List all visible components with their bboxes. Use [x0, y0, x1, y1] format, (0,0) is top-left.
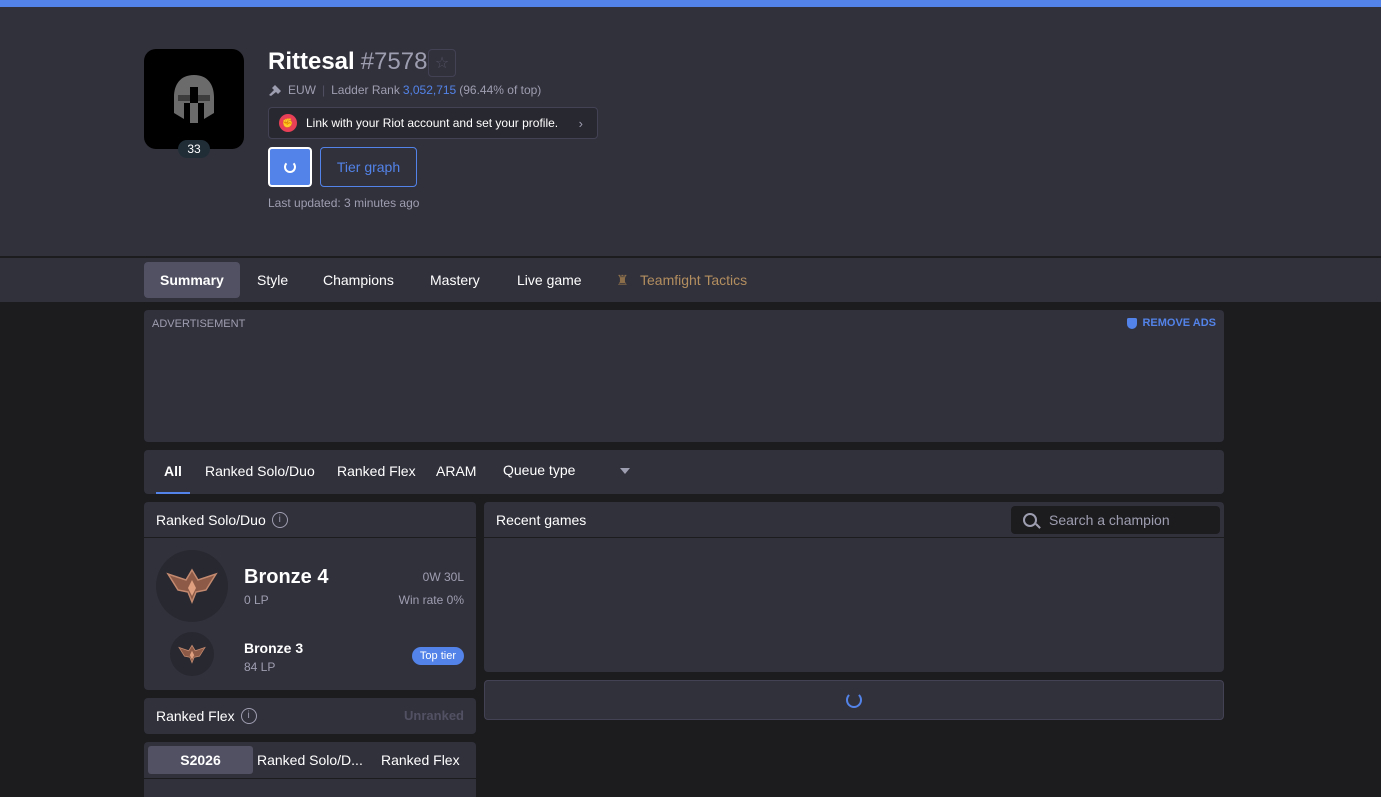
region-label: EUW — [288, 83, 316, 97]
top-accent-bar — [0, 0, 1381, 7]
summoner-name: Rittesal #7578 — [268, 48, 427, 76]
ladder-percent: (96.44% of top) — [459, 83, 542, 97]
bronze-emblem-icon — [166, 568, 218, 605]
search-icon — [1023, 513, 1037, 527]
last-updated-text: Last updated: 3 minutes ago — [268, 196, 420, 210]
ladder-rank-label: Ladder Rank — [331, 83, 400, 97]
win-rate: Win rate 0% — [398, 593, 464, 607]
card-divider — [144, 537, 476, 538]
queue-tab-aram[interactable]: ARAM — [436, 450, 476, 494]
ranked-flex-card: Ranked Flex i Unranked — [144, 698, 476, 734]
riot-link-text: Link with your Riot account and set your… — [306, 116, 559, 130]
loading-spinner-icon — [284, 161, 296, 173]
bronze-emblem-large — [156, 550, 228, 622]
profile-nav: Summary Style Champions Mastery Live gam… — [0, 258, 1381, 302]
current-lp: 0 LP — [244, 593, 269, 607]
recent-games-card: Recent games — [484, 502, 1224, 672]
summoner-level-badge: 33 — [178, 140, 210, 158]
advertisement-panel: ADVERTISEMENT REMOVE ADS — [144, 310, 1224, 442]
ranked-flex-title: Ranked Flex i — [156, 708, 257, 724]
card-divider — [484, 537, 1224, 538]
chevron-right-icon: › — [578, 116, 583, 131]
bronze-emblem-small — [170, 632, 214, 676]
tft-logo-icon: ♜ — [616, 272, 629, 288]
info-icon[interactable]: i — [271, 512, 288, 528]
season-tab-s2026[interactable]: S2026 — [148, 746, 253, 774]
win-loss-record: 0W 30L — [422, 570, 464, 584]
champion-search-input[interactable] — [1049, 512, 1209, 528]
top-tier-badge: Top tier — [411, 647, 464, 665]
summoner-name-text: Rittesal — [268, 48, 355, 75]
queue-tab-all[interactable]: All — [156, 450, 190, 494]
ranked-solo-card: Ranked Solo/Duo i Bronze 4 0 LP 0W 30L W… — [144, 502, 476, 690]
tab-style[interactable]: Style — [241, 262, 304, 298]
queue-type-select-label: Queue type — [503, 462, 576, 478]
games-loading-panel — [484, 680, 1224, 720]
spartan-helmet-icon — [174, 75, 214, 123]
advertisement-label: ADVERTISEMENT — [152, 318, 246, 330]
ranked-solo-title: Ranked Solo/Duo i — [156, 512, 288, 528]
region-icon — [269, 85, 281, 96]
recent-games-title: Recent games — [496, 512, 587, 528]
queue-type-tabs: All Ranked Solo/Duo Ranked Flex ARAM Que… — [144, 450, 1224, 494]
riot-fist-icon: ✊ — [279, 114, 297, 132]
current-tier: Bronze 4 — [244, 566, 329, 588]
tab-tft-label: Teamfight Tactics — [640, 272, 748, 288]
shield-icon — [1127, 317, 1138, 329]
profile-meta: EUW | Ladder Rank 3,052,715 (96.44% of t… — [268, 83, 541, 97]
favorite-star-button[interactable]: ☆ — [428, 49, 456, 77]
queue-tab-ranked-flex[interactable]: Ranked Flex — [337, 450, 416, 494]
ranked-flex-status: Unranked — [404, 708, 464, 723]
loading-spinner-icon — [846, 692, 862, 708]
champion-search[interactable] — [1011, 506, 1220, 534]
tier-graph-button[interactable]: Tier graph — [320, 147, 417, 187]
tab-mastery[interactable]: Mastery — [414, 262, 496, 298]
summoner-tag: #7578 — [360, 48, 428, 75]
remove-ads-link[interactable]: REMOVE ADS — [1127, 317, 1216, 329]
bronze-emblem-small-icon — [178, 644, 206, 664]
queue-type-select[interactable]: Queue type — [503, 462, 633, 482]
peak-lp: 84 LP — [244, 660, 276, 674]
season-stats-card: S2026 Ranked Solo/D... Ranked Flex — [144, 742, 476, 797]
tab-summary[interactable]: Summary — [144, 262, 240, 298]
info-icon[interactable]: i — [240, 708, 257, 724]
card-divider — [144, 778, 476, 779]
meta-separator: | — [322, 83, 326, 97]
season-tab-ranked-solo[interactable]: Ranked Solo/D... — [257, 746, 363, 774]
queue-tab-ranked-solo[interactable]: Ranked Solo/Duo — [205, 450, 315, 494]
ladder-rank-link[interactable]: 3,052,715 — [403, 83, 456, 97]
remove-ads-label: REMOVE ADS — [1142, 317, 1216, 329]
ranked-flex-title-text: Ranked Flex — [156, 708, 235, 724]
peak-tier: Bronze 3 — [244, 640, 304, 656]
refresh-button[interactable] — [268, 147, 312, 187]
tab-champions[interactable]: Champions — [307, 262, 410, 298]
season-tab-ranked-flex[interactable]: Ranked Flex — [381, 746, 460, 774]
ranked-solo-title-text: Ranked Solo/Duo — [156, 512, 266, 528]
tab-live-game[interactable]: Live game — [501, 262, 598, 298]
tab-teamfight-tactics[interactable]: ♜ Teamfight Tactics — [600, 262, 763, 298]
profile-avatar[interactable] — [144, 49, 244, 149]
riot-link-button[interactable]: ✊ Link with your Riot account and set yo… — [268, 107, 598, 139]
caret-down-icon — [620, 468, 630, 474]
star-icon: ☆ — [434, 55, 450, 72]
